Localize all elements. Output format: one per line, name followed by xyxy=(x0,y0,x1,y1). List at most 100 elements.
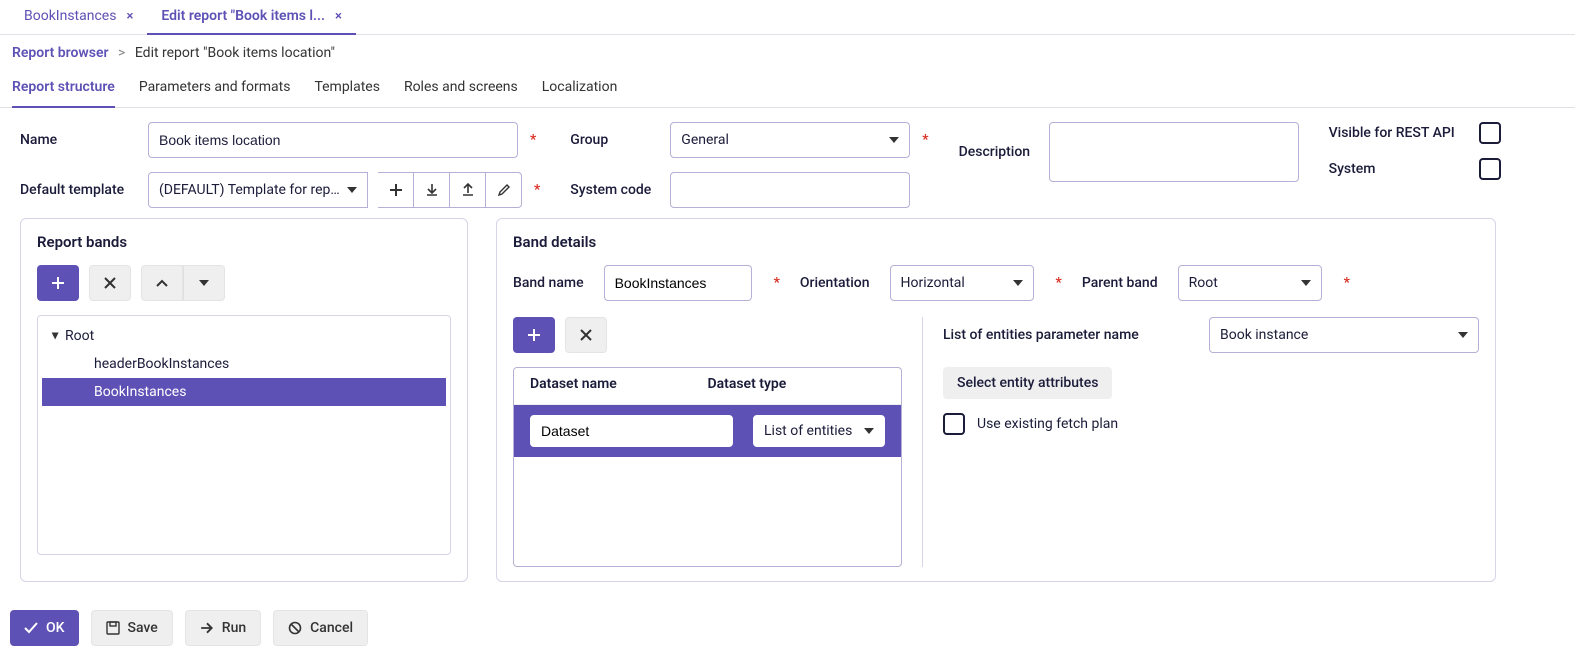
chevron-down-icon xyxy=(1013,280,1023,286)
required-marker: * xyxy=(774,275,780,291)
tab-templates[interactable]: Templates xyxy=(314,71,380,107)
breadcrumb-root[interactable]: Report browser xyxy=(12,45,109,61)
dataset-type-select[interactable]: List of entities xyxy=(753,415,885,447)
tree-item-label: headerBookInstances xyxy=(94,356,229,372)
orientation-label: Orientation xyxy=(800,275,870,291)
tree-root-label: Root xyxy=(65,328,94,344)
download-template-button[interactable] xyxy=(414,172,450,208)
description-label: Description xyxy=(959,144,1039,160)
dataset-name-header: Dataset name xyxy=(530,376,708,392)
panels: Report bands Root headerBookIn xyxy=(0,218,1575,596)
parent-band-label: Parent band xyxy=(1082,275,1158,291)
use-existing-label: Use existing fetch plan xyxy=(977,416,1118,432)
parent-band-select[interactable]: Root xyxy=(1178,265,1322,301)
required-marker: * xyxy=(530,132,536,148)
dataset-type-value: List of entities xyxy=(764,423,852,439)
system-code-label: System code xyxy=(570,182,660,198)
save-label: Save xyxy=(128,620,158,636)
tab-localization[interactable]: Localization xyxy=(542,71,618,107)
entities-param-select[interactable]: Book instance xyxy=(1209,317,1479,353)
chevron-down-icon xyxy=(347,187,357,193)
tree-item-header[interactable]: headerBookInstances xyxy=(42,350,446,378)
orientation-select[interactable]: Horizontal xyxy=(890,265,1034,301)
chevron-down-icon xyxy=(199,280,209,286)
tree-item-bookinstances[interactable]: BookInstances xyxy=(42,378,446,406)
default-template-label: Default template xyxy=(20,182,138,198)
name-label: Name xyxy=(20,132,138,148)
band-details-title: Band details xyxy=(513,233,1479,251)
tree-root[interactable]: Root xyxy=(42,322,446,350)
visible-rest-checkbox[interactable] xyxy=(1479,122,1501,144)
breadcrumb-current: Edit report "Book items location" xyxy=(135,45,335,61)
add-dataset-button[interactable] xyxy=(513,317,555,353)
add-template-button[interactable] xyxy=(378,172,414,208)
report-bands-title: Report bands xyxy=(37,233,451,251)
remove-dataset-button[interactable] xyxy=(565,317,607,353)
dataset-table: Dataset name Dataset type List of entiti… xyxy=(513,367,902,567)
tab-bookinstances[interactable]: BookInstances × xyxy=(10,0,147,34)
tab-label: BookInstances xyxy=(24,8,116,24)
entities-param-label: List of entities parameter name xyxy=(943,327,1139,343)
check-icon xyxy=(24,621,38,635)
band-details-panel: Band details Band name * Orientation Hor… xyxy=(496,218,1496,582)
default-template-select[interactable]: (DEFAULT) Template for report xyxy=(148,172,368,208)
name-input[interactable] xyxy=(148,122,518,158)
report-bands-panel: Report bands Root headerBookIn xyxy=(20,218,468,582)
group-value: General xyxy=(681,132,729,148)
select-entity-attributes-button[interactable]: Select entity attributes xyxy=(943,367,1112,399)
group-select[interactable]: General xyxy=(670,122,910,158)
save-button[interactable]: Save xyxy=(91,610,173,646)
footer-actions: OK Save Run Cancel xyxy=(0,596,1575,660)
upload-template-button[interactable] xyxy=(450,172,486,208)
move-up-button[interactable] xyxy=(141,265,183,301)
dataset-row[interactable]: List of entities xyxy=(514,405,901,457)
chevron-down-icon xyxy=(889,137,899,143)
tab-edit-report[interactable]: Edit report "Book items l... × xyxy=(147,0,356,34)
required-marker: * xyxy=(1056,275,1062,291)
add-band-button[interactable] xyxy=(37,265,79,301)
inner-tabs: Report structure Parameters and formats … xyxy=(0,71,1575,108)
required-marker: * xyxy=(534,182,540,198)
save-icon xyxy=(106,621,120,635)
cancel-label: Cancel xyxy=(310,620,353,636)
chevron-down-icon xyxy=(1458,332,1468,338)
required-marker: * xyxy=(1344,275,1350,291)
run-button[interactable]: Run xyxy=(185,610,261,646)
description-textarea[interactable] xyxy=(1049,122,1299,182)
ok-button[interactable]: OK xyxy=(10,610,79,646)
use-existing-checkbox[interactable] xyxy=(943,413,965,435)
bands-tree: Root headerBookInstances BookInstances xyxy=(37,315,451,555)
parent-band-value: Root xyxy=(1189,275,1218,291)
close-icon[interactable]: × xyxy=(126,9,133,24)
move-options-button[interactable] xyxy=(183,265,225,301)
system-code-input[interactable] xyxy=(670,172,910,208)
run-icon xyxy=(200,621,214,635)
tab-parameters-formats[interactable]: Parameters and formats xyxy=(139,71,291,107)
dataset-name-input[interactable] xyxy=(530,415,733,447)
system-checkbox[interactable] xyxy=(1479,158,1501,180)
default-template-value: (DEFAULT) Template for report xyxy=(159,182,347,198)
run-label: Run xyxy=(222,620,246,636)
remove-band-button[interactable] xyxy=(89,265,131,301)
edit-template-button[interactable] xyxy=(486,172,522,208)
required-marker: * xyxy=(922,132,928,148)
form-area: Name * Default template (DEFAULT) Templa… xyxy=(0,108,1575,218)
band-name-input[interactable] xyxy=(604,265,752,301)
orientation-value: Horizontal xyxy=(901,275,965,291)
close-icon[interactable]: × xyxy=(335,9,342,24)
top-tabs: BookInstances × Edit report "Book items … xyxy=(0,0,1575,35)
system-label: System xyxy=(1329,161,1469,177)
cancel-button[interactable]: Cancel xyxy=(273,610,368,646)
chevron-down-icon xyxy=(864,428,874,434)
visible-rest-label: Visible for REST API xyxy=(1329,125,1469,141)
band-name-label: Band name xyxy=(513,275,584,291)
chevron-down-icon xyxy=(1301,280,1311,286)
dataset-type-header: Dataset type xyxy=(708,376,886,392)
tab-report-structure[interactable]: Report structure xyxy=(12,71,115,107)
tab-label: Edit report "Book items l... xyxy=(161,8,325,24)
ok-label: OK xyxy=(46,620,65,636)
tab-roles-screens[interactable]: Roles and screens xyxy=(404,71,518,107)
cancel-icon xyxy=(288,621,302,635)
breadcrumb-separator: > xyxy=(118,45,125,61)
entities-param-value: Book instance xyxy=(1220,327,1308,343)
